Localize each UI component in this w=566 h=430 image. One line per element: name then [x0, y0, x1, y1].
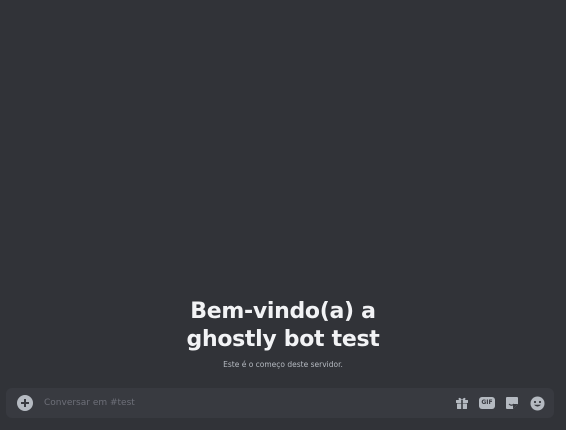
sticker-icon	[506, 397, 518, 409]
emoji-button[interactable]	[528, 394, 546, 412]
gift-button[interactable]	[453, 394, 471, 412]
welcome-title-line-1: Bem-vindo(a) a	[190, 299, 376, 324]
gif-button[interactable]: GIF	[478, 394, 496, 412]
composer-tools: GIF	[446, 394, 546, 412]
welcome-title: Bem-vindo(a) a ghostly bot test	[0, 298, 566, 354]
gif-icon: GIF	[479, 397, 495, 409]
chat-area: Bem-vindo(a) a ghostly bot test Este é o…	[0, 0, 566, 430]
message-composer: GIF	[6, 388, 554, 418]
gift-icon	[456, 397, 468, 409]
emoji-icon	[530, 396, 544, 410]
sticker-button[interactable]	[503, 394, 521, 412]
welcome-subtitle: Este é o começo deste servidor.	[223, 360, 343, 369]
add-attachment-button[interactable]	[17, 395, 33, 411]
message-input[interactable]	[44, 393, 446, 413]
welcome-section: Bem-vindo(a) a ghostly bot test Este é o…	[0, 298, 566, 369]
welcome-title-line-2: ghostly bot test	[186, 327, 380, 352]
